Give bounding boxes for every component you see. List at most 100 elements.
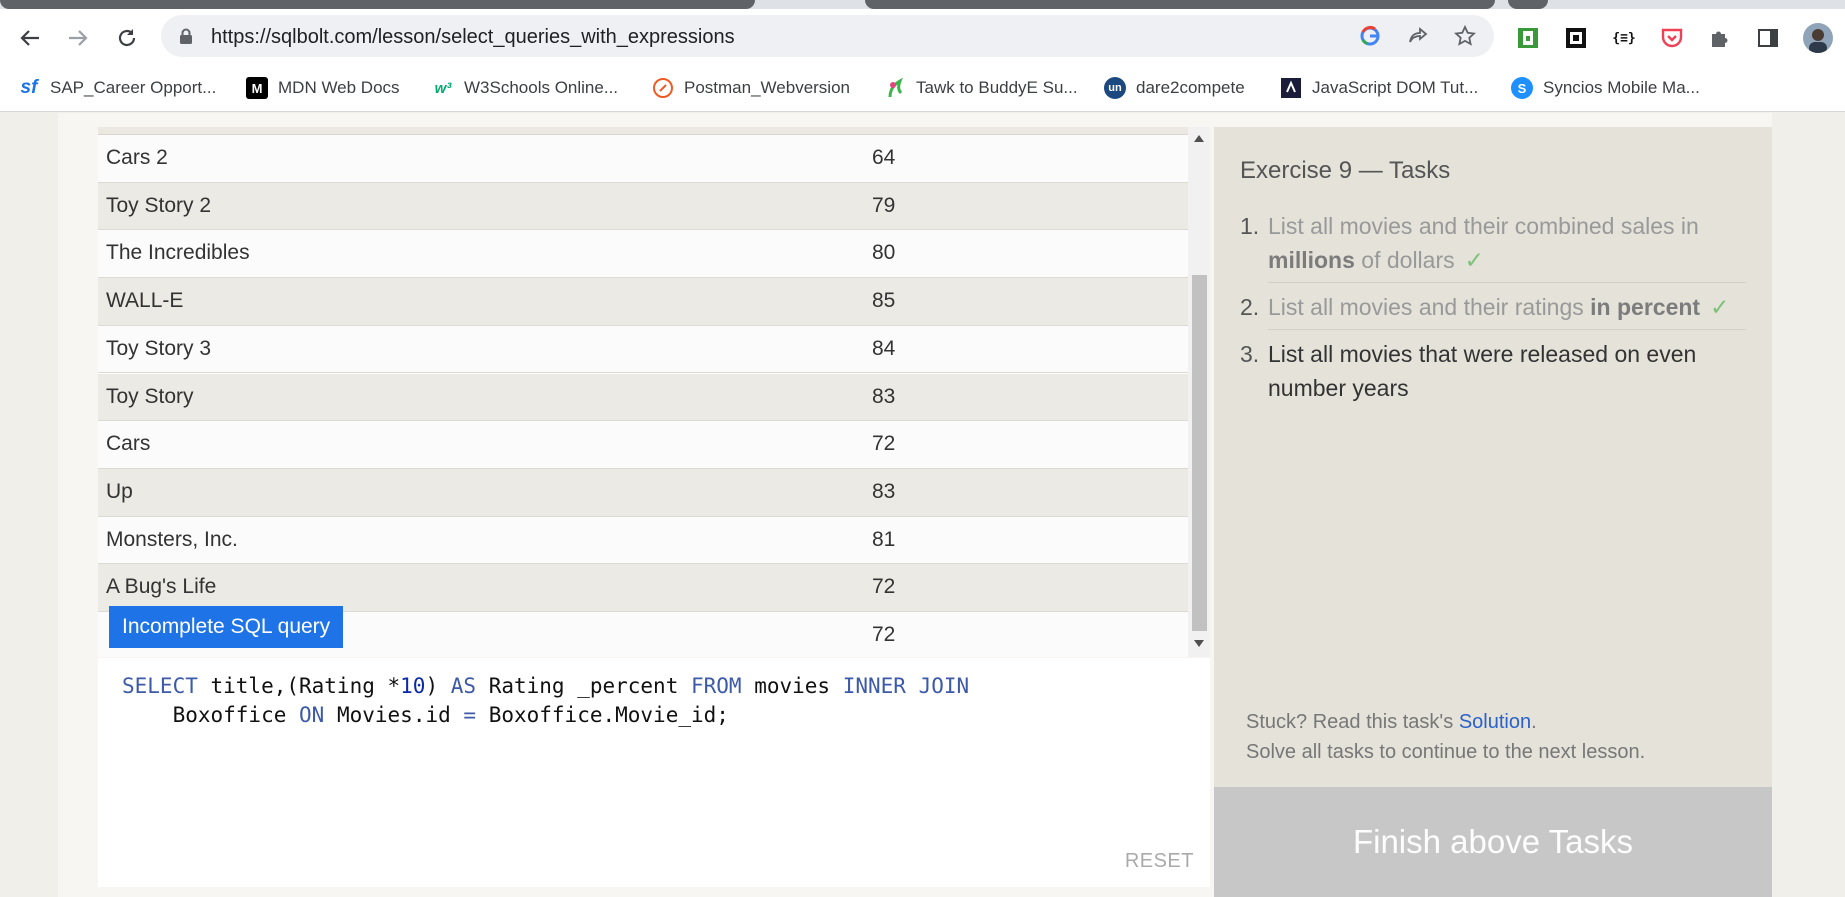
bookmark-tawk[interactable]: Tawk to BuddyE Su... <box>884 74 1078 102</box>
browser-tab[interactable] <box>865 0 1495 9</box>
table-row: A Bug's Life 72 <box>98 564 1188 612</box>
table-row: Toy Story 3 84 <box>98 325 1188 374</box>
stuck-suffix: . <box>1531 711 1537 733</box>
browser-tab[interactable] <box>1508 0 1548 9</box>
address-bar[interactable]: https://sqlbolt.com/lesson/select_querie… <box>161 15 1494 57</box>
finish-tasks-button[interactable]: Finish above Tasks <box>1214 787 1772 897</box>
table-row: Toy Story 2 79 <box>98 182 1188 231</box>
bookmark-label: dare2compete <box>1136 78 1245 97</box>
stuck-line: Stuck? Read this task's Solution. <box>1246 707 1645 737</box>
table-row: The Incredibles 80 <box>98 230 1188 279</box>
stuck-prefix: Stuck? Read this task's <box>1246 711 1459 733</box>
postman-icon <box>652 77 674 99</box>
bookmark-label: MDN Web Docs <box>278 78 400 97</box>
bookmark-label: JavaScript DOM Tut... <box>1312 78 1479 97</box>
task-divider <box>1268 329 1746 330</box>
table-row: Monsters, Inc. 81 <box>98 516 1188 565</box>
sf-icon: sf <box>20 77 38 98</box>
table-row: Cars 72 <box>98 421 1188 469</box>
cell-value: 72 <box>872 623 896 646</box>
cell-title: Cars <box>106 432 151 456</box>
table-row: Up 83 <box>98 468 1188 517</box>
cell-value: 84 <box>872 336 896 360</box>
back-icon[interactable] <box>15 23 45 53</box>
bookmark-label: Tawk to BuddyE Su... <box>916 78 1078 97</box>
extension-square-icon[interactable] <box>1563 25 1589 51</box>
tasks-title: Exercise 9 — Tasks <box>1240 157 1451 184</box>
pocket-icon[interactable] <box>1659 25 1685 51</box>
scroll-down-arrow-icon[interactable] <box>1194 640 1204 647</box>
task-text: List all movies and their ratings in per… <box>1268 290 1748 324</box>
task-text-part: List all movies and their combined sales… <box>1268 213 1699 239</box>
cell-title: Toy Story <box>106 384 194 408</box>
task-number: 3. <box>1240 341 1260 367</box>
w3schools-icon: w³ <box>434 79 452 97</box>
cell-value: 79 <box>872 193 896 217</box>
browser-tab[interactable] <box>0 0 755 9</box>
sql-code[interactable]: SELECT title,(Rating *10) AS Rating _per… <box>122 672 969 730</box>
cell-value: 81 <box>872 527 896 551</box>
puzzle-icon[interactable] <box>1707 25 1733 51</box>
task-emphasis: in percent <box>1590 294 1701 320</box>
bookmark-javascript-dom[interactable]: JavaScript DOM Tut... <box>1280 74 1478 102</box>
bookmark-label: Postman_Webversion <box>684 78 850 97</box>
cell-title: Up <box>106 479 133 503</box>
forward-icon[interactable] <box>63 23 93 53</box>
cell-title: Toy Story 3 <box>106 336 212 360</box>
cell-title: The Incredibles <box>106 241 250 265</box>
cell-value: 83 <box>872 479 896 503</box>
cell-value: 72 <box>872 432 896 456</box>
extension-green-icon[interactable] <box>1515 25 1541 51</box>
star-icon[interactable] <box>1453 24 1477 48</box>
share-icon[interactable] <box>1406 24 1430 48</box>
side-panel-icon[interactable] <box>1755 25 1781 51</box>
scroll-thumb[interactable] <box>1192 275 1207 631</box>
task-text: List all movies and their combined sales… <box>1268 209 1748 277</box>
bookmark-w3schools[interactable]: w³ W3Schools Online... <box>432 74 618 102</box>
bookmarks-bar: sf SAP_Career Opport... M MDN Web Docs w… <box>0 66 1845 112</box>
tasks-panel: Exercise 9 — Tasks 1. List all movies an… <box>1214 127 1772 787</box>
browser-toolbar: https://sqlbolt.com/lesson/select_querie… <box>0 9 1845 66</box>
table-header-edge <box>98 127 1188 135</box>
task-text: List all movies that were released on ev… <box>1268 341 1697 401</box>
google-icon[interactable] <box>1358 24 1382 48</box>
table-row: Toy Story 83 <box>98 373 1188 422</box>
lock-icon <box>179 28 193 50</box>
reset-button[interactable]: RESET <box>1125 850 1194 873</box>
cell-value: 72 <box>872 575 896 599</box>
cell-value: 85 <box>872 289 896 313</box>
bookmark-syncios[interactable]: S Syncios Mobile Ma... <box>1511 74 1700 102</box>
solution-link[interactable]: Solution <box>1459 711 1531 733</box>
cell-value: 64 <box>872 146 896 169</box>
bookmark-label: Syncios Mobile Ma... <box>1543 78 1700 97</box>
mdn-icon: M <box>246 77 268 99</box>
unstop-icon: un <box>1104 77 1126 99</box>
bookmark-dare2compete[interactable]: un dare2compete <box>1104 74 1245 102</box>
bookmark-label: SAP_Career Opport... <box>50 78 217 97</box>
task-divider <box>1268 282 1746 283</box>
cell-title: Cars 2 <box>106 146 168 169</box>
cell-value: 80 <box>872 241 896 265</box>
bookmark-sap[interactable]: sf SAP_Career Opport... <box>18 74 217 102</box>
profile-avatar[interactable] <box>1803 23 1833 53</box>
javascript-dom-icon <box>1280 77 1302 99</box>
continue-text: Solve all tasks to continue to the next … <box>1246 741 1646 763</box>
task-text-part: List all movies and their ratings <box>1268 294 1591 320</box>
json-viewer-icon[interactable]: {≡} <box>1611 25 1637 51</box>
bookmark-postman[interactable]: Postman_Webversion <box>652 74 850 102</box>
syncios-icon: S <box>1511 77 1533 99</box>
tawk-icon <box>884 77 906 99</box>
query-status-tooltip: Incomplete SQL query <box>109 606 344 648</box>
scroll-up-arrow-icon[interactable] <box>1194 135 1204 142</box>
table-row: Cars 2 64 <box>98 135 1188 183</box>
bookmark-mdn[interactable]: M MDN Web Docs <box>246 74 400 102</box>
reload-icon[interactable] <box>112 23 142 53</box>
url-text: https://sqlbolt.com/lesson/select_querie… <box>211 26 735 48</box>
check-icon: ✓ <box>1464 247 1484 273</box>
sql-editor[interactable]: SELECT title,(Rating *10) AS Rating _per… <box>98 658 1210 887</box>
table-scrollbar[interactable] <box>1188 127 1210 657</box>
results-table[interactable]: Cars 2 64 Toy Story 2 79 The Incredibles… <box>98 127 1210 657</box>
tab-strip <box>0 0 1845 9</box>
cell-value: 83 <box>872 384 896 408</box>
cell-title: WALL-E <box>106 289 184 313</box>
